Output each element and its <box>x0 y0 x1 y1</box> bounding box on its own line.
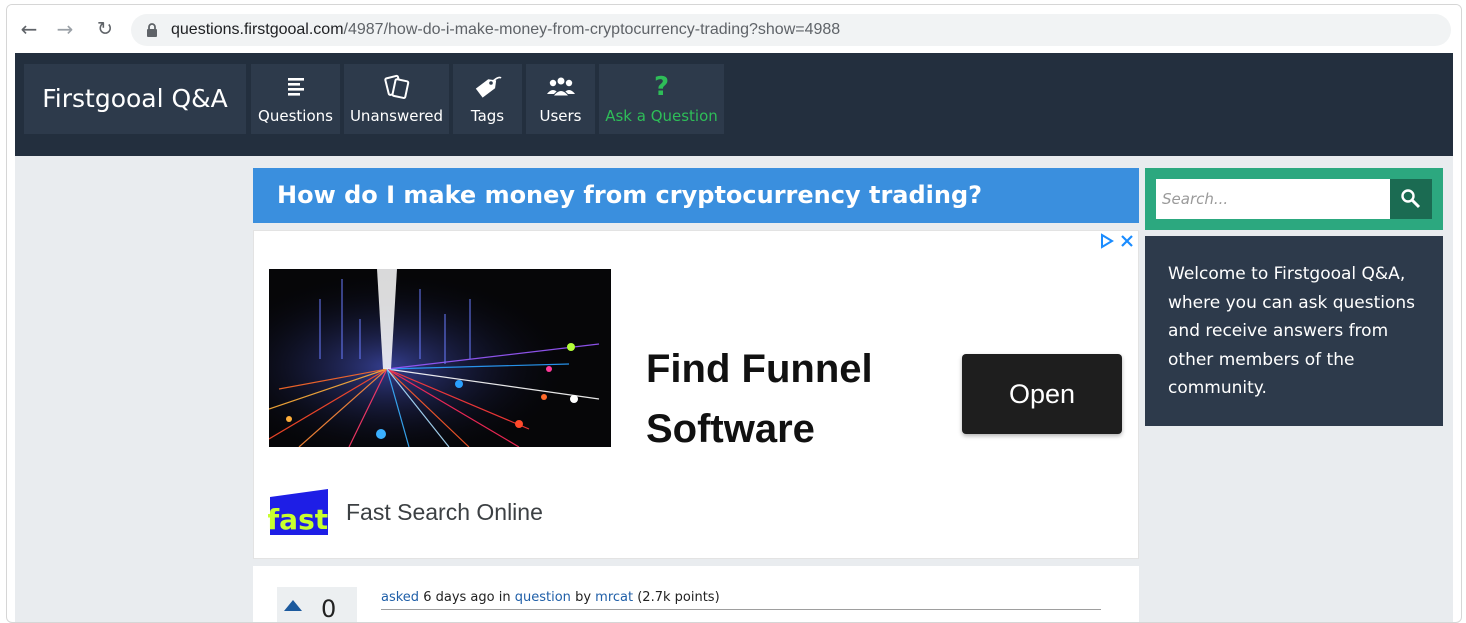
url-text: questions.firstgooal.com/4987/how-do-i-m… <box>171 14 840 46</box>
ad-light-burst-image <box>269 269 611 447</box>
url-path: /4987/how-do-i-make-money-from-cryptocur… <box>343 21 841 38</box>
divider <box>381 609 1101 610</box>
address-bar[interactable]: questions.firstgooal.com/4987/how-do-i-m… <box>131 14 1451 46</box>
lock-icon <box>147 23 157 37</box>
cards-icon <box>383 74 409 99</box>
search-icon <box>1401 189 1421 209</box>
nav-ask-question[interactable]: ? Ask a Question <box>599 64 724 134</box>
in-label: in <box>498 590 511 605</box>
page-body: How do I make money from cryptocurrency … <box>15 156 1453 623</box>
nav-users[interactable]: Users <box>526 64 595 134</box>
welcome-box: Welcome to Firstgooal Q&A, where you can… <box>1145 236 1443 426</box>
ad-advertiser-name[interactable]: Fast Search Online <box>346 499 543 526</box>
back-arrow-icon[interactable]: ← <box>17 17 41 41</box>
list-icon <box>287 78 304 96</box>
nav-tags-label: Tags <box>470 107 505 125</box>
ad-choices[interactable] <box>1100 233 1134 249</box>
author-points: (2.7k points) <box>637 590 720 605</box>
question-body: 0 asked 6 days ago in question by mrcat … <box>253 566 1139 623</box>
url-host: questions.firstgooal.com <box>171 21 344 38</box>
ad-choices-icon[interactable] <box>1100 233 1114 249</box>
ad-open-button[interactable]: Open <box>962 354 1122 434</box>
search-input[interactable] <box>1156 179 1390 219</box>
category-link[interactable]: question <box>515 590 571 605</box>
ad-advertiser-logo[interactable]: fast <box>267 487 330 537</box>
vote-count: 0 <box>321 595 337 623</box>
author-link[interactable]: mrcat <box>595 590 633 605</box>
nav-tags[interactable]: Tags <box>453 64 522 134</box>
ad-image[interactable] <box>269 269 611 447</box>
advertisement[interactable]: Find Funnel Software Open fast Fast Sear… <box>253 230 1139 559</box>
by-label: by <box>575 590 592 605</box>
nav-ask-question-label: Ask a Question <box>605 107 718 125</box>
site-logo[interactable]: Firstgooal Q&A <box>24 64 246 134</box>
ad-headline-line2: Software <box>646 407 815 451</box>
ad-logo-text: fast <box>268 503 328 536</box>
asked-link[interactable]: asked <box>381 590 419 605</box>
vote-box: 0 <box>277 587 357 623</box>
ad-headline-line1: Find Funnel <box>646 347 873 391</box>
tag-icon <box>475 76 502 98</box>
nav-questions[interactable]: Questions <box>251 64 340 134</box>
close-icon[interactable] <box>1120 233 1134 249</box>
question-mark-icon: ? <box>653 72 670 102</box>
vote-up-icon[interactable] <box>284 600 302 611</box>
reload-icon[interactable]: ↻ <box>93 17 117 41</box>
browser-window: ← → ↻ questions.firstgooal.com/4987/how-… <box>6 4 1462 623</box>
fast-logo-icon: fast <box>267 489 328 536</box>
ad-headline[interactable]: Find Funnel Software <box>646 339 946 459</box>
question-meta: asked 6 days ago in question by mrcat (2… <box>381 590 720 605</box>
search-button[interactable] <box>1390 179 1432 219</box>
browser-toolbar: ← → ↻ questions.firstgooal.com/4987/how-… <box>7 5 1461 53</box>
nav-unanswered-label: Unanswered <box>349 107 444 125</box>
asked-time: 6 days ago <box>423 590 495 605</box>
users-icon <box>546 76 575 97</box>
search-box <box>1145 168 1443 230</box>
site-header: Firstgooal Q&A Questions Unanswered Tags… <box>15 53 1453 156</box>
nav-users-label: Users <box>539 107 582 125</box>
question-title[interactable]: How do I make money from cryptocurrency … <box>253 168 1139 223</box>
forward-arrow-icon[interactable]: → <box>53 17 77 41</box>
nav-questions-label: Questions <box>258 107 333 125</box>
nav-unanswered[interactable]: Unanswered <box>344 64 449 134</box>
